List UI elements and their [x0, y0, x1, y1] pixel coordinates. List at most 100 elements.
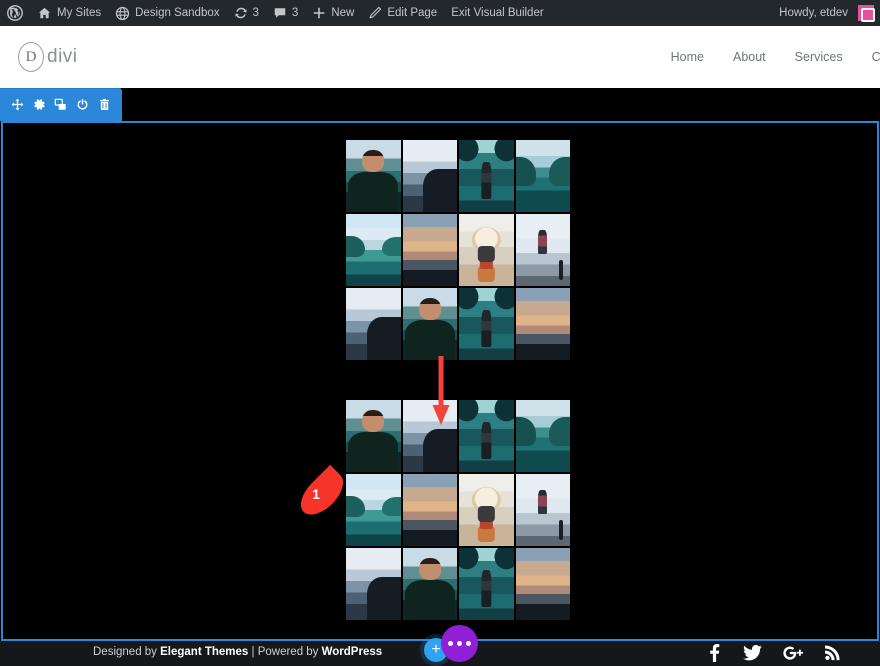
photo-misty-valley-cliff — [402, 400, 457, 472]
facebook-icon[interactable] — [707, 644, 722, 662]
photo-person-with-camera — [459, 474, 514, 546]
photo-warm-sunset-water — [515, 548, 570, 620]
gallery-tile[interactable] — [515, 140, 570, 212]
site-logo[interactable]: D divi — [18, 42, 78, 72]
admin-bar-edit-page[interactable]: Edit Page — [361, 0, 444, 26]
admin-bar-wordpress-logo[interactable] — [0, 0, 30, 26]
photo-misty-valley-cliff — [402, 140, 457, 212]
gallery-tile[interactable] — [515, 214, 570, 286]
ellipsis-icon — [448, 641, 453, 646]
admin-bar-new-label: New — [331, 7, 355, 19]
nav-item-home[interactable]: Home — [671, 50, 704, 64]
gear-icon[interactable] — [30, 95, 49, 114]
photo-teal-lake — [515, 140, 570, 212]
pencil-icon — [368, 6, 382, 20]
gallery-tile[interactable] — [346, 548, 401, 620]
photo-portrait-man-lake — [402, 548, 457, 620]
gallery-tile[interactable] — [459, 214, 514, 286]
photo-blue-sky-lake — [346, 474, 401, 546]
admin-bar-comments-count: 3 — [291, 7, 299, 19]
admin-bar-new[interactable]: New — [305, 0, 361, 26]
gallery-tile[interactable] — [346, 474, 401, 546]
gallery-tile[interactable] — [515, 548, 570, 620]
wordpress-icon — [7, 5, 23, 21]
move-icon[interactable] — [8, 95, 27, 114]
admin-bar-my-sites-label: My Sites — [57, 7, 102, 19]
admin-bar-account[interactable]: Howdy, etdev — [772, 0, 880, 26]
gallery-tile[interactable] — [402, 288, 457, 360]
footer-credit: Designed by Elegant Themes | Powered by … — [93, 646, 382, 658]
gallery-tile[interactable] — [515, 288, 570, 360]
gallery-tile[interactable] — [459, 400, 514, 472]
gallery-tile[interactable] — [459, 548, 514, 620]
admin-bar-howdy-label: Howdy, etdev — [779, 7, 848, 19]
builder-menu-button[interactable] — [441, 625, 478, 662]
gallery-tile[interactable] — [402, 474, 457, 546]
gallery-tile[interactable] — [402, 548, 457, 620]
power-icon[interactable] — [73, 95, 92, 114]
badge-number: 1 — [312, 485, 320, 502]
gallery-top[interactable] — [346, 140, 570, 360]
admin-bar-edit-page-label: Edit Page — [387, 7, 438, 19]
photo-portrait-man-lake — [346, 140, 401, 212]
photo-person-snowy-shore — [515, 214, 570, 286]
photo-person-snowy-shore — [515, 474, 570, 546]
admin-bar-updates-count: 3 — [252, 7, 259, 19]
gallery-tile[interactable] — [346, 400, 401, 472]
gallery-tile[interactable] — [515, 400, 570, 472]
nav-item-contact[interactable]: Cont — [872, 50, 880, 64]
gallery-tile[interactable] — [402, 400, 457, 472]
admin-bar-updates[interactable]: 3 — [227, 0, 266, 26]
rss-icon[interactable] — [825, 645, 840, 661]
comments-icon — [273, 6, 287, 20]
photo-teal-lake — [515, 400, 570, 472]
duplicate-icon[interactable] — [51, 95, 70, 114]
admin-bar-exit-visual-builder-label: Exit Visual Builder — [451, 7, 544, 19]
gallery-tile[interactable] — [459, 474, 514, 546]
gallery-tile[interactable] — [346, 288, 401, 360]
photo-man-standing-rock — [459, 140, 514, 212]
admin-bar-site-name[interactable]: Design Sandbox — [108, 0, 226, 26]
gallery-bottom[interactable] — [346, 400, 570, 620]
photo-misty-valley-cliff — [346, 548, 401, 620]
photo-portrait-man-lake — [402, 288, 457, 360]
gallery-tile[interactable] — [346, 140, 401, 212]
photo-portrait-man-lake — [346, 400, 401, 472]
nav-item-services[interactable]: Services — [795, 50, 843, 64]
wp-admin-bar: My Sites Design Sandbox 3 3 New Edit Pag… — [0, 0, 880, 26]
photo-man-standing-rock — [459, 548, 514, 620]
gallery-tile[interactable] — [346, 214, 401, 286]
gallery-tile[interactable] — [459, 140, 514, 212]
gallery-tile[interactable] — [402, 214, 457, 286]
ellipsis-icon — [457, 641, 462, 646]
divi-logo-icon: D — [18, 42, 44, 72]
annotation-badge-1: 1 — [293, 464, 351, 523]
avatar — [858, 5, 875, 22]
footer-brand-wordpress[interactable]: WordPress — [322, 646, 383, 658]
site-logo-text: divi — [47, 46, 78, 67]
trash-icon[interactable] — [95, 95, 114, 114]
footer-credit-prefix: Designed by — [93, 646, 161, 658]
admin-bar-comments[interactable]: 3 — [266, 0, 305, 26]
photo-man-standing-rock — [459, 288, 514, 360]
admin-bar-exit-visual-builder[interactable]: Exit Visual Builder — [444, 0, 550, 26]
gallery-tile[interactable] — [459, 288, 514, 360]
site-icon — [115, 6, 130, 21]
section-toolbar — [0, 88, 122, 121]
photo-man-standing-rock — [459, 400, 514, 472]
admin-bar-my-sites[interactable]: My Sites — [30, 0, 108, 26]
main-nav: Home About Services Cont — [671, 26, 880, 88]
footer-credit-middle: | Powered by — [248, 646, 322, 658]
updates-icon — [234, 6, 248, 20]
admin-bar-site-name-label: Design Sandbox — [135, 7, 220, 19]
googleplus-icon[interactable] — [783, 645, 804, 661]
footer-brand-elegant-themes[interactable]: Elegant Themes — [160, 646, 248, 658]
gallery-tile[interactable] — [515, 474, 570, 546]
twitter-icon[interactable] — [743, 645, 762, 661]
photo-person-with-camera — [459, 214, 514, 286]
visual-builder-canvas: 1 + — [0, 88, 880, 666]
photo-blue-sky-lake — [346, 214, 401, 286]
nav-item-about[interactable]: About — [733, 50, 766, 64]
gallery-tile[interactable] — [402, 140, 457, 212]
ellipsis-icon — [466, 641, 471, 646]
